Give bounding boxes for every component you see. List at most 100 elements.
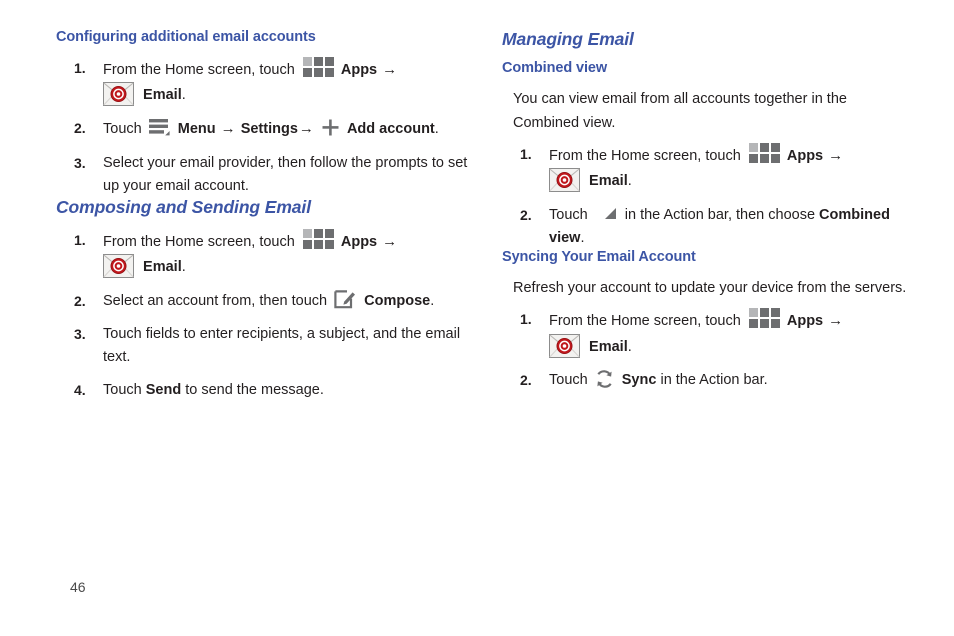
apps-grid-icon — [302, 229, 334, 250]
arrow-icon: → — [382, 60, 398, 78]
heading-composing-and-sending-email: Composing and Sending Email — [56, 196, 311, 217]
steps-combined-view: 1. From the Home screen, touch Apps → Em… — [502, 143, 942, 250]
arrow-icon: → — [828, 147, 844, 165]
step-text: Touch Sync in the Action bar. — [549, 369, 942, 392]
settings-label: Settings — [240, 121, 298, 138]
step-number: 2. — [74, 292, 86, 309]
step-text-part: in the Action bar. — [660, 371, 768, 388]
step-number: 1. — [520, 146, 532, 163]
paragraph-syncing: Refresh your account to update your devi… — [513, 279, 907, 296]
steps-composing-email: 1. From the Home screen, touch Apps → Em… — [56, 229, 476, 402]
steps-configuring-accounts: 1. From the Home screen, touch Apps → Em… — [56, 56, 476, 198]
step-text-part: Select an account from, then touch — [103, 292, 328, 309]
step-text: From the Home screen, touch Apps → — [103, 56, 476, 82]
period: . — [627, 338, 632, 355]
email-envelope-icon — [549, 333, 580, 358]
step-text: Select an account from, then touch Compo… — [103, 289, 476, 313]
step-text: Touch Send to send the message. — [103, 379, 476, 402]
list-item: 2. Touch Menu → Settings→ Add account. — [56, 117, 476, 141]
step-text-line2: Email. — [549, 168, 942, 193]
apps-label: Apps — [340, 61, 378, 78]
step-number: 3. — [74, 325, 86, 342]
step-text: From the Home screen, touch Apps → — [549, 143, 942, 168]
step-text-part: From the Home screen, touch — [103, 234, 295, 251]
apps-grid-icon — [748, 308, 780, 329]
menu-icon — [148, 118, 170, 136]
plus-icon — [322, 119, 339, 136]
arrow-icon: → — [828, 312, 844, 330]
compose-icon — [334, 289, 356, 309]
step-text: From the Home screen, touch Apps → — [103, 229, 476, 254]
combined-label: Combined — [819, 206, 890, 223]
compose-label: Compose — [364, 292, 431, 309]
arrow-icon: → — [382, 233, 398, 251]
email-envelope-icon — [103, 82, 134, 107]
list-item: 1. From the Home screen, touch Apps → Em… — [56, 56, 476, 107]
list-item: 1. From the Home screen, touch Apps → Em… — [56, 229, 476, 279]
step-number: 2. — [520, 206, 532, 223]
step-text: From the Home screen, touch Apps → — [549, 308, 942, 333]
step-text-line2: Email. — [103, 254, 476, 279]
add-account-label: Add account — [346, 121, 435, 138]
step-number: 2. — [74, 120, 86, 137]
email-envelope-icon — [549, 168, 580, 193]
step-text-part: Touch — [549, 206, 588, 223]
heading-syncing-your-email-account: Syncing Your Email Account — [502, 248, 696, 265]
apps-label: Apps — [340, 234, 378, 251]
step-text-part: Touch — [103, 121, 142, 138]
list-item: 3. Select your email provider, then foll… — [56, 152, 476, 198]
step-text-part: Touch — [103, 382, 142, 399]
step-text-line2: Email. — [549, 333, 942, 359]
menu-label: Menu — [177, 121, 216, 138]
action-bar-triangle-icon — [604, 205, 617, 219]
period: . — [181, 259, 186, 276]
step-text-part: From the Home screen, touch — [549, 313, 741, 330]
step-number: 2. — [520, 371, 532, 388]
step-number: 4. — [74, 382, 86, 399]
email-label: Email — [589, 173, 628, 190]
period: . — [430, 292, 435, 309]
step-number: 1. — [74, 232, 86, 249]
arrow-icon: → — [298, 120, 314, 138]
heading-combined-view: Combined view — [502, 60, 608, 77]
view-label: view — [549, 229, 581, 246]
step-text: Touch in the Action bar, then choose Com… — [549, 204, 942, 227]
list-item: 1. From the Home screen, touch Apps → Em… — [502, 308, 942, 358]
apps-label: Apps — [786, 148, 824, 165]
document-page: Configuring additional email accounts 1.… — [0, 0, 954, 636]
email-label: Email — [589, 338, 628, 355]
step-number: 1. — [520, 311, 532, 328]
list-item: 2. Select an account from, then touch Co… — [56, 289, 476, 313]
apps-grid-icon — [748, 143, 780, 164]
step-text-part: From the Home screen, touch — [103, 61, 295, 78]
sync-label: Sync — [621, 371, 657, 388]
arrow-icon: → — [220, 120, 236, 138]
page-number: 46 — [70, 579, 86, 595]
step-text-line2: view. — [549, 227, 942, 250]
step-number: 3. — [74, 154, 86, 171]
left-column: Configuring additional email accounts 1.… — [56, 29, 476, 402]
right-column: Managing Email Combined view You can vie… — [502, 29, 942, 392]
paragraph-combined-view: You can view email from all accounts tog… — [513, 91, 847, 131]
send-label: Send — [145, 382, 182, 399]
step-text-part: From the Home screen, touch — [549, 148, 741, 165]
step-text: Touch fields to enter recipients, a subj… — [103, 325, 461, 365]
step-text-part: Touch — [549, 371, 588, 388]
period: . — [181, 87, 186, 104]
heading-configuring-additional-email-accounts: Configuring additional email accounts — [56, 29, 316, 45]
email-label: Email — [143, 259, 182, 276]
step-text-part: to send the message. — [185, 382, 324, 399]
apps-grid-icon — [302, 56, 334, 78]
period: . — [580, 229, 585, 246]
heading-managing-email: Managing Email — [502, 29, 634, 49]
step-text-part: in the Action bar, then choose — [624, 206, 816, 223]
list-item: 2. Touch in the Action bar, then choose … — [502, 204, 942, 250]
sync-icon — [595, 369, 614, 388]
period: . — [627, 173, 632, 190]
list-item: 4. Touch Send to send the message. — [56, 379, 476, 402]
list-item: 2. Touch Sync in the Action bar. — [502, 369, 942, 392]
step-text-line2: Email. — [103, 82, 476, 107]
step-text: Touch Menu → Settings→ Add account. — [103, 117, 476, 141]
apps-label: Apps — [786, 313, 824, 330]
list-item: 1. From the Home screen, touch Apps → Em… — [502, 143, 942, 193]
